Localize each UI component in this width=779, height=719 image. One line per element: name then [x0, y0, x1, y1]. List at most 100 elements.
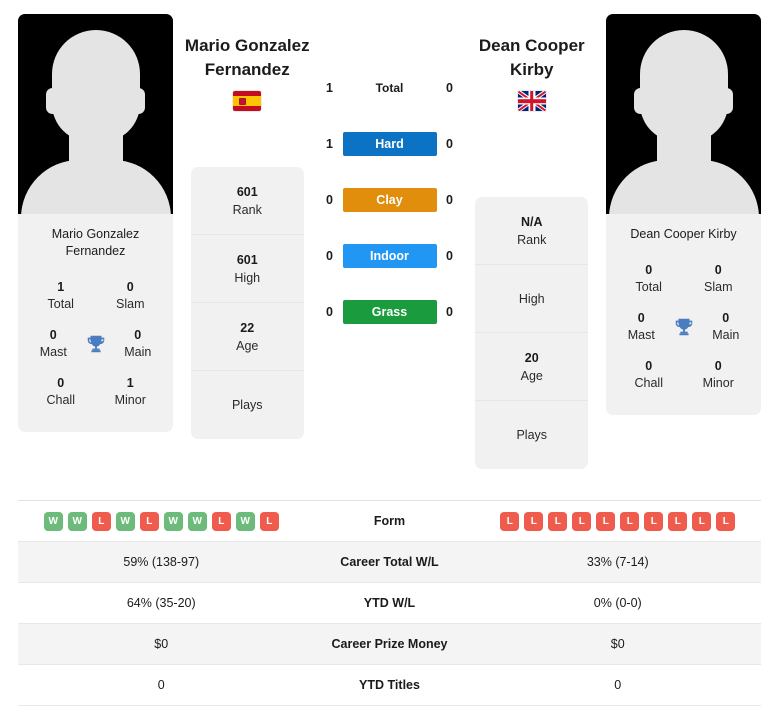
avatar-body — [20, 160, 171, 214]
title-value: 0 — [714, 263, 722, 277]
right-player-card[interactable]: Dean Cooper Kirby 0 Total 0 Slam 0 Mast — [606, 14, 761, 415]
right-ytd-wl: 0% (0-0) — [593, 596, 642, 610]
form-badge-loss: L — [644, 511, 664, 531]
profile-label: High — [518, 291, 545, 306]
profile-label: High — [234, 270, 261, 285]
profile-value: 20 — [524, 350, 539, 365]
surface-right-score: 0 — [446, 81, 453, 95]
titles-row: 1 Total 0 Slam — [22, 272, 169, 320]
form-badge-loss: L — [596, 511, 616, 531]
stat-row-ytd-wl: 64% (35-20) YTD W/L 0% (0-0) — [18, 583, 761, 624]
avatar-ear-right — [720, 88, 733, 114]
form-badge-win: W — [67, 511, 87, 531]
title-value: 0 — [645, 263, 653, 277]
title-stat-main: 0 Main — [111, 327, 166, 361]
title-stat-mast: 0 Mast — [26, 327, 81, 361]
surface-label-clay[interactable]: Clay — [342, 188, 437, 212]
titles-row: 0 Chall 0 Minor — [610, 351, 757, 399]
left-player-photo — [18, 14, 173, 214]
form-badge-loss: L — [259, 511, 279, 531]
title-value: 0 — [126, 280, 134, 294]
left-ytd-wl: 64% (35-20) — [126, 596, 196, 610]
avatar-ear-left — [634, 88, 647, 114]
title-label: Slam — [704, 280, 733, 294]
form-badge-loss: L — [692, 511, 712, 531]
comparison-header-area: Mario Gonzalez Fernandez 1 Total 0 Slam … — [0, 0, 779, 490]
title-stat-minor: 0 Minor — [684, 358, 754, 392]
spain-crest — [239, 98, 247, 105]
title-value: 1 — [126, 376, 134, 390]
stat-row-career-prize-money: $0 Career Prize Money $0 — [18, 624, 761, 665]
profile-value: 601 — [236, 184, 258, 199]
surface-left-score: 0 — [326, 249, 333, 263]
surface-label-grass[interactable]: Grass — [342, 300, 437, 324]
title-label: Mast — [39, 345, 67, 359]
stat-label-ytd-wl: YTD W/L — [363, 596, 416, 610]
avatar-ear-left — [46, 88, 59, 114]
surface-right-score: 0 — [446, 249, 453, 263]
titles-row: 0 Mast 0 Main — [22, 320, 169, 368]
surface-row-clay: 0 Clay 0 — [322, 186, 458, 214]
form-badge-win: W — [43, 511, 63, 531]
profile-cell-plays: Plays — [475, 401, 588, 469]
left-form-cell: WWLWLWWLWL — [18, 511, 305, 531]
profile-value: 22 — [240, 320, 255, 335]
titles-row: 0 Chall 1 Minor — [22, 368, 169, 416]
title-value: 0 — [57, 376, 65, 390]
stat-label-career-total-wl: Career Total W/L — [340, 555, 439, 569]
title-stat-minor: 1 Minor — [96, 375, 166, 409]
surface-row-total: 1 Total 0 — [322, 74, 458, 102]
title-value: 0 — [134, 328, 142, 342]
stat-label-ytd-titles: YTD Titles — [359, 678, 420, 692]
stat-label-career-prize-money: Career Prize Money — [331, 637, 448, 651]
form-badge-win: W — [115, 511, 135, 531]
surface-row-grass: 0 Grass 0 — [322, 298, 458, 326]
title-stat-mast: 0 Mast — [614, 310, 669, 344]
profile-label: Age — [520, 368, 543, 383]
right-profile-panel: N/A Rank High 20 Age Plays — [475, 197, 589, 469]
surface-label-indoor[interactable]: Indoor — [342, 244, 437, 268]
title-value: 0 — [637, 311, 645, 325]
right-player-name[interactable]: Dean Cooper Kirby — [466, 14, 599, 82]
title-stat-chall: 0 Chall — [614, 358, 684, 392]
stat-row-form: WWLWLWWLWL Form LLLLLLLLLL — [18, 501, 761, 542]
form-badge-loss: L — [668, 511, 688, 531]
form-badge-loss: L — [500, 511, 520, 531]
left-form-badges: WWLWLWWLWL — [43, 511, 279, 531]
trophy-icon — [669, 316, 699, 338]
left-player-name[interactable]: Mario Gonzalez Fernandez — [181, 14, 314, 82]
form-badge-loss: L — [572, 511, 592, 531]
right-info-column: Dean Cooper Kirby N/A Rank High 20 Age P… — [458, 14, 607, 469]
left-profile-panel: 601 Rank 601 High 22 Age Plays — [190, 167, 304, 439]
profile-cell-rank: 601 Rank — [190, 167, 304, 235]
united-kingdom-flag-icon — [517, 91, 546, 111]
form-badge-loss: L — [139, 511, 159, 531]
title-label: Slam — [116, 297, 145, 311]
stat-row-ytd-titles: 0 YTD Titles 0 — [18, 665, 761, 706]
surface-row-hard: 1 Hard 0 — [322, 130, 458, 158]
right-titles-grid: 0 Total 0 Slam 0 Mast 0 Main 0 Chall 0 M… — [606, 251, 761, 415]
titles-row: 0 Total 0 Slam — [610, 255, 757, 303]
right-player-photo — [606, 14, 761, 214]
left-titles-grid: 1 Total 0 Slam 0 Mast 0 Main 0 Chall 1 M… — [18, 268, 173, 432]
profile-cell-high: 601 High — [190, 235, 304, 303]
surface-right-score: 0 — [446, 137, 453, 151]
profile-label: Plays — [231, 398, 263, 412]
surface-right-score: 0 — [446, 305, 453, 319]
titles-row: 0 Mast 0 Main — [610, 303, 757, 351]
right-ytd-titles: 0 — [614, 678, 622, 692]
form-badge-loss: L — [524, 511, 544, 531]
title-value: 0 — [722, 311, 730, 325]
form-badge-loss: L — [91, 511, 111, 531]
profile-cell-age: 20 Age — [475, 333, 589, 401]
title-label: Minor — [702, 376, 734, 390]
title-stat-slam: 0 Slam — [96, 279, 166, 313]
profile-cell-age: 22 Age — [190, 303, 304, 371]
title-label: Total — [635, 280, 662, 294]
surface-label-hard[interactable]: Hard — [342, 132, 437, 156]
form-badge-loss: L — [211, 511, 231, 531]
right-career-total-wl: 33% (7-14) — [586, 555, 649, 569]
left-career-prize-money: $0 — [154, 637, 169, 651]
left-player-card[interactable]: Mario Gonzalez Fernandez 1 Total 0 Slam … — [18, 14, 173, 432]
stat-label-form: Form — [373, 514, 406, 528]
